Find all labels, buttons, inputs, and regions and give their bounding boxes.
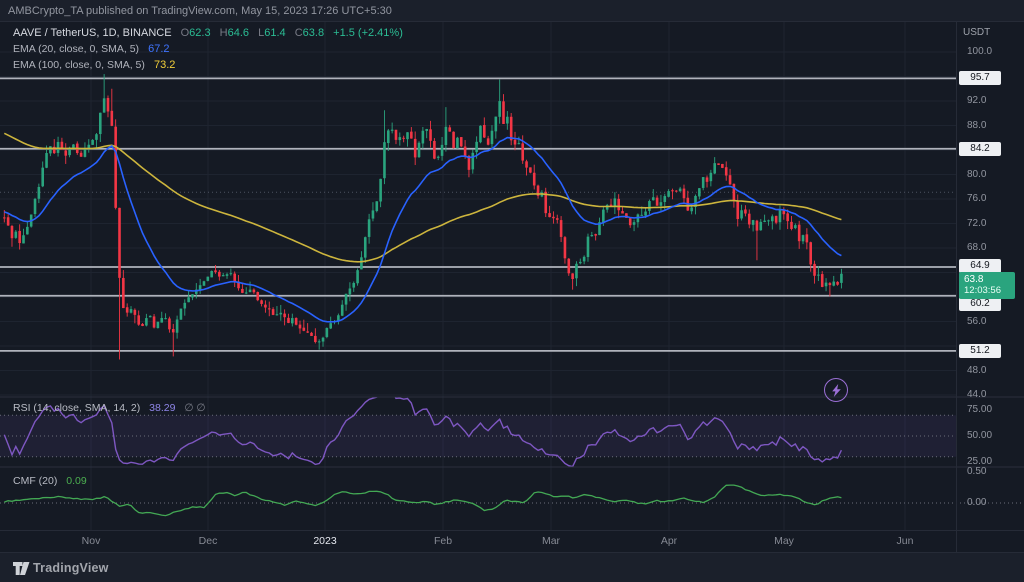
price-tick-label: 44.0 bbox=[967, 389, 986, 401]
time-axis[interactable]: Nov Dec 2023 Feb Mar Apr May Jun bbox=[0, 530, 1024, 552]
ohlc-high-value: 64.6 bbox=[228, 27, 249, 39]
cmf-value: 0.09 bbox=[66, 475, 86, 487]
cmf-legend-row[interactable]: CMF (20) 0.09 bbox=[13, 475, 87, 487]
tradingview-logo-icon[interactable] bbox=[13, 562, 30, 575]
cmf-tick-label: 0.00 bbox=[967, 497, 986, 509]
price-axis-currency: USDT bbox=[963, 27, 990, 38]
ema20-value: 67.2 bbox=[148, 43, 169, 55]
chart-legend: AAVE / TetherUS, 1D, BINANCE O62.3 H64.6… bbox=[13, 27, 403, 75]
rsi-legend-row[interactable]: RSI (14, close, SMA, 14, 2) 38.29 ∅ ∅ bbox=[13, 402, 206, 414]
level-price-label: 95.7 bbox=[959, 71, 1001, 85]
time-axis-month-label: Feb bbox=[434, 535, 452, 547]
ohlc-high-key: H bbox=[220, 27, 228, 39]
time-axis-month-label: Mar bbox=[542, 535, 560, 547]
ema20-label: EMA (20, close, 0, SMA, 5) bbox=[13, 43, 139, 55]
price-tick-label: 68.0 bbox=[967, 242, 986, 254]
price-tick-label: 72.0 bbox=[967, 218, 986, 230]
price-tick-label: 88.0 bbox=[967, 120, 986, 132]
last-price-label: 63.812:03:56 bbox=[959, 272, 1015, 299]
footer-bar: TradingView bbox=[0, 552, 1024, 582]
flash-bolt-button[interactable] bbox=[824, 378, 848, 402]
symbol-title: AAVE / TetherUS, 1D, BINANCE bbox=[13, 27, 172, 39]
level-price-label: 84.2 bbox=[959, 142, 1001, 156]
price-tick-label: 48.0 bbox=[967, 365, 986, 377]
time-axis-month-label: May bbox=[774, 535, 794, 547]
cmf-tick-label: 0.50 bbox=[967, 466, 986, 478]
time-axis-month-label: Dec bbox=[199, 535, 218, 547]
tradingview-wordmark[interactable]: TradingView bbox=[33, 561, 109, 575]
ema100-row[interactable]: EMA (100, close, 0, SMA, 5) 73.2 bbox=[13, 59, 403, 72]
price-axis[interactable]: USDT 100.0 92.0 88.0 80.0 76.0 72.0 68.0 56.0 48… bbox=[956, 22, 1024, 552]
ohlc-close-value: 63.8 bbox=[303, 27, 324, 39]
ohlc-open-key: O bbox=[181, 27, 190, 39]
rsi-value: 38.29 bbox=[149, 402, 175, 414]
time-axis-month-label: Nov bbox=[82, 535, 101, 547]
ema100-value: 73.2 bbox=[154, 59, 175, 71]
rsi-empty-values: ∅ ∅ bbox=[184, 402, 205, 414]
ohlc-close-key: C bbox=[295, 27, 303, 39]
ohlc-open-value: 62.3 bbox=[189, 27, 210, 39]
ema20-row[interactable]: EMA (20, close, 0, SMA, 5) 67.2 bbox=[13, 43, 403, 56]
time-axis-month-label: Jun bbox=[897, 535, 914, 547]
rsi-label: RSI (14, close, SMA, 14, 2) bbox=[13, 402, 140, 414]
price-tick-label: 76.0 bbox=[967, 193, 986, 205]
last-price-value: 63.8 bbox=[964, 274, 1015, 285]
price-tick-label: 92.0 bbox=[967, 95, 986, 107]
price-tick-label: 80.0 bbox=[967, 169, 986, 181]
symbol-row[interactable]: AAVE / TetherUS, 1D, BINANCE O62.3 H64.6… bbox=[13, 27, 403, 40]
level-price-label: 64.9 bbox=[959, 259, 1001, 273]
bar-countdown: 12:03:56 bbox=[964, 285, 1015, 296]
rsi-tick-label: 75.00 bbox=[967, 404, 992, 416]
ema100-label: EMA (100, close, 0, SMA, 5) bbox=[13, 59, 145, 71]
level-price-label: 51.2 bbox=[959, 344, 1001, 358]
cmf-label: CMF (20) bbox=[13, 475, 57, 487]
ohlc-low-value: 61.4 bbox=[264, 27, 285, 39]
price-tick-label: 56.0 bbox=[967, 316, 986, 328]
chart-canvas[interactable] bbox=[0, 0, 1024, 582]
change-value: +1.5 (+2.41%) bbox=[333, 27, 403, 39]
price-tick-label: 100.0 bbox=[967, 46, 992, 58]
rsi-tick-label: 50.00 bbox=[967, 430, 992, 442]
time-axis-month-label: Apr bbox=[661, 535, 677, 547]
level-price-label: 60.2 bbox=[959, 297, 1001, 311]
lightning-bolt-icon bbox=[831, 384, 842, 397]
time-axis-month-label: 2023 bbox=[313, 535, 336, 547]
tradingview-chart-window: AMBCrypto_TA published on TradingView.co… bbox=[0, 0, 1024, 582]
